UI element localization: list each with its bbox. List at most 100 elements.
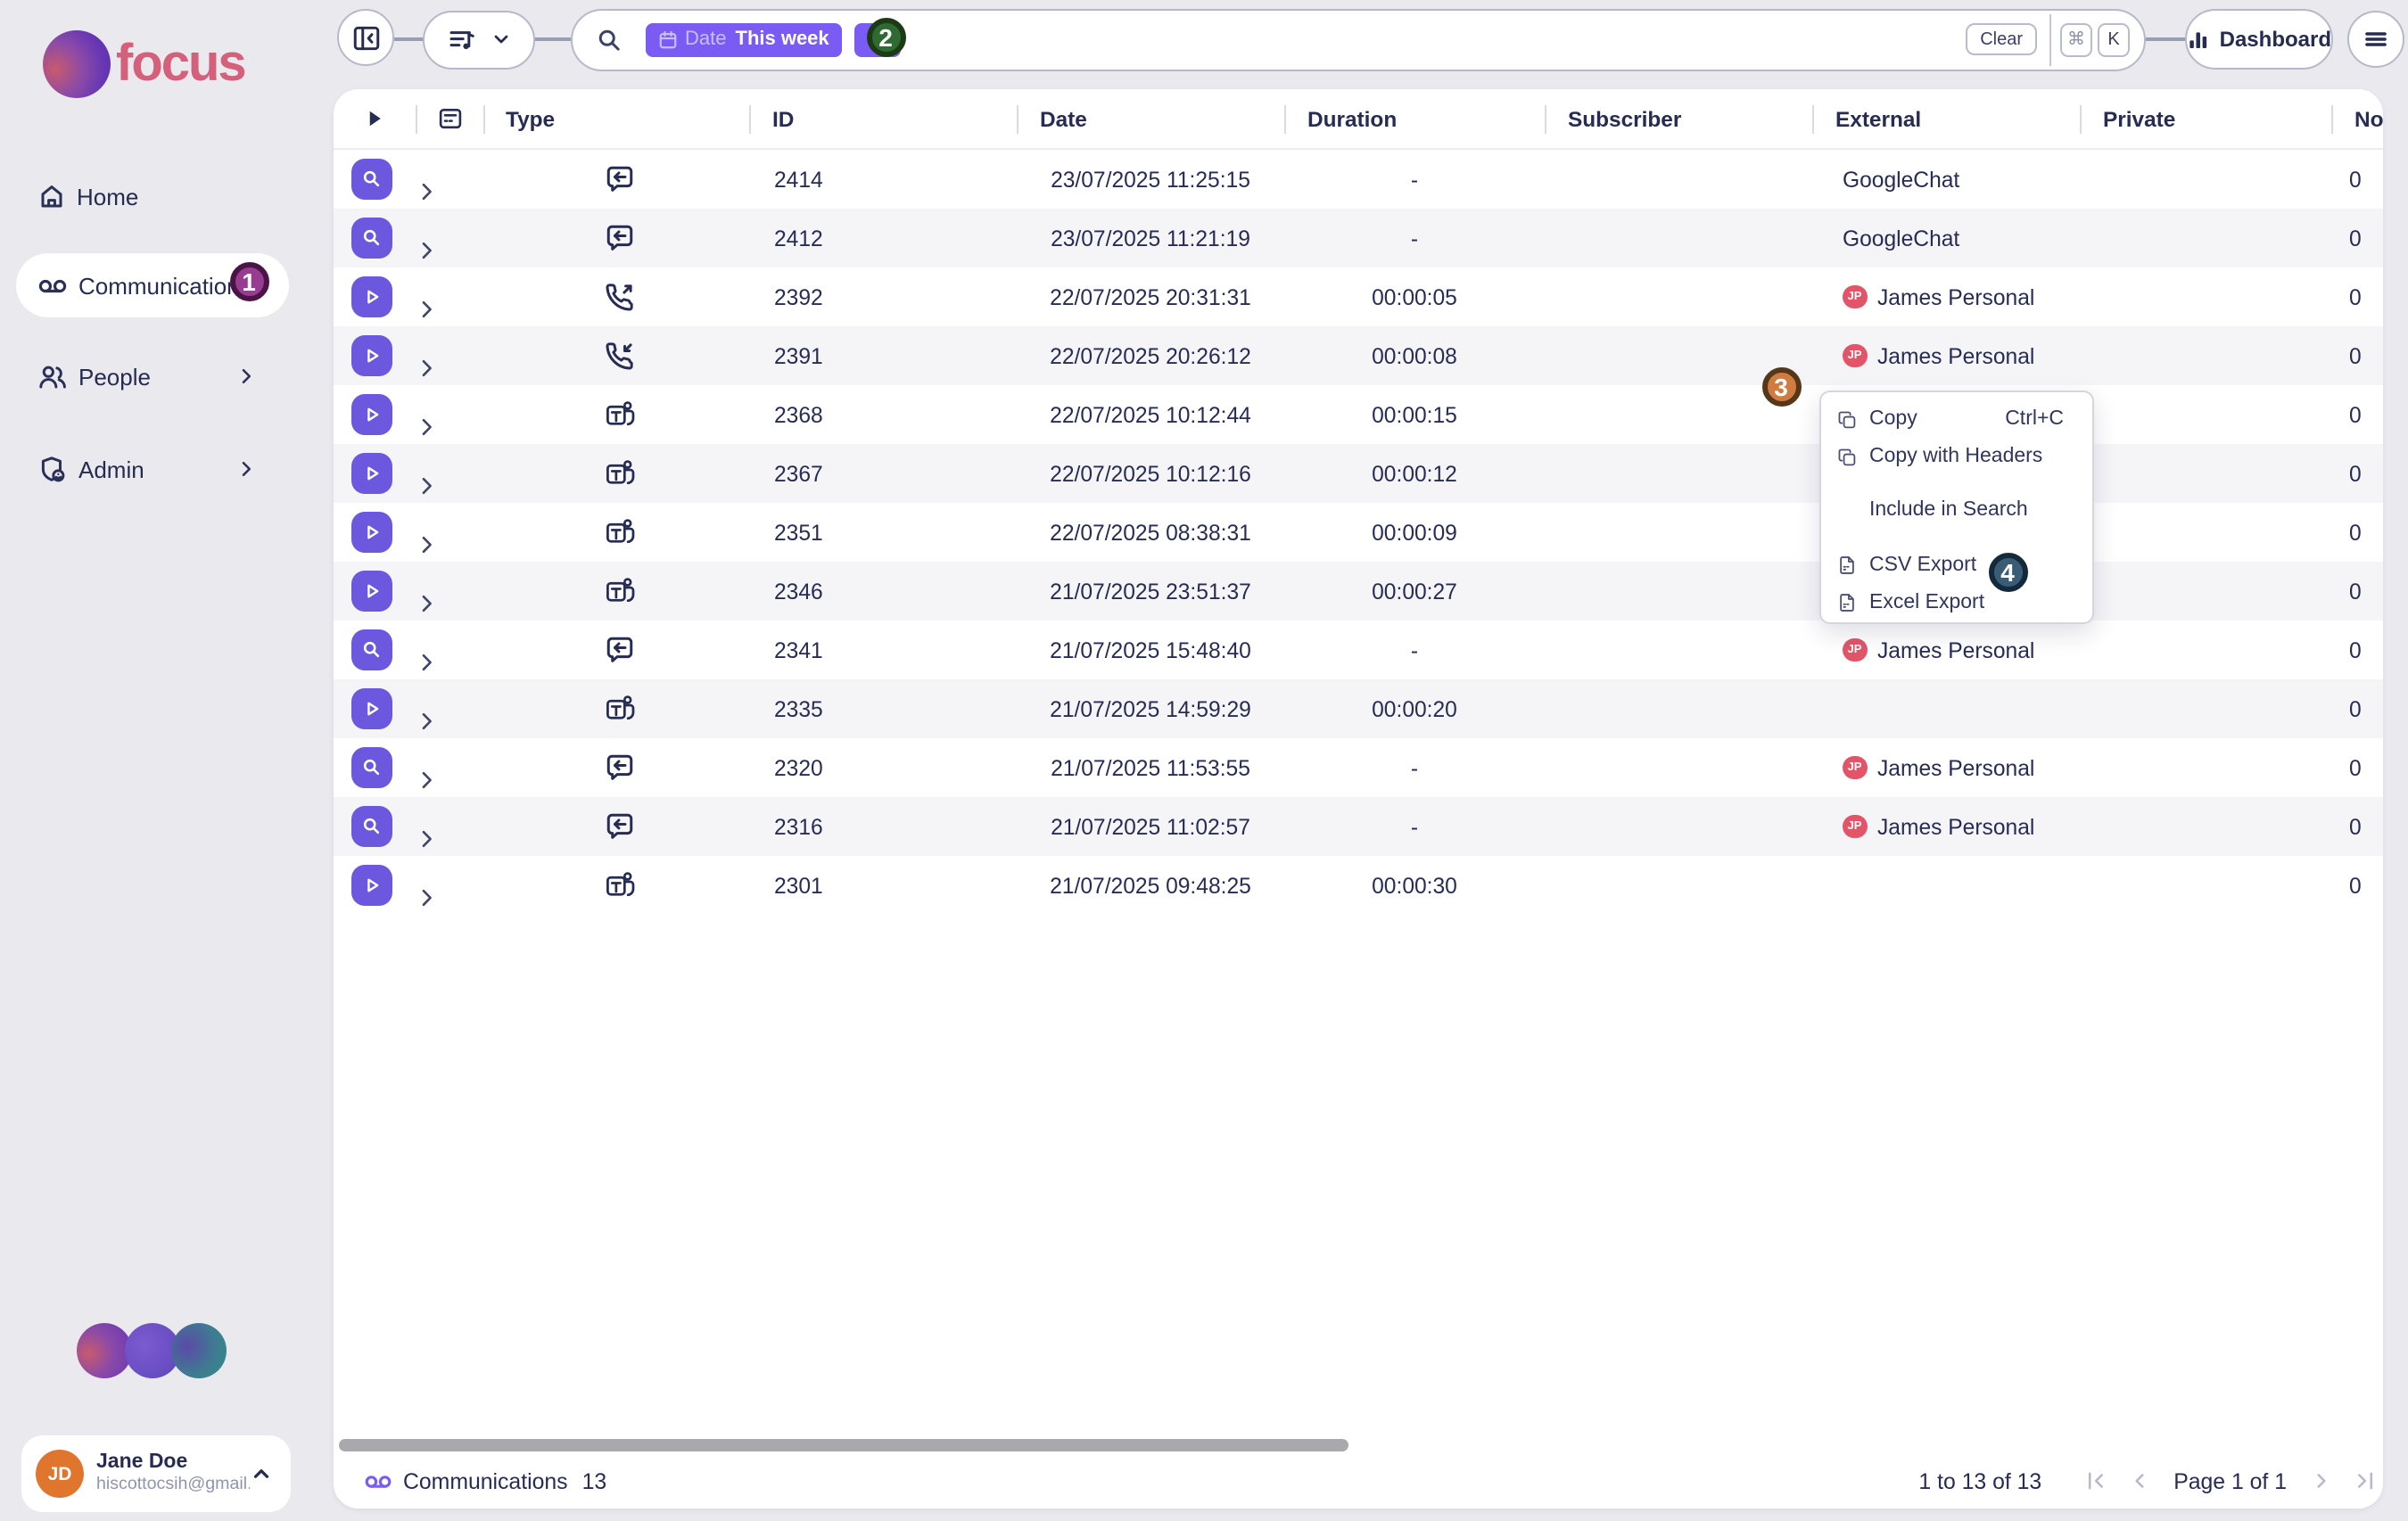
menu-item-copy[interactable]: Copy Ctrl+C [1821, 400, 2092, 438]
prev-page-button[interactable] [2127, 1469, 2150, 1492]
chevron-right-icon [416, 239, 439, 262]
table-row[interactable]: 2301 21/07/2025 09:48:25 00:00:30 0 [334, 856, 2383, 915]
chevron-right-icon [416, 533, 439, 556]
cell-date: 21/07/2025 09:48:25 [1017, 873, 1284, 898]
last-page-button[interactable] [2353, 1469, 2376, 1492]
horizontal-scrollbar[interactable] [339, 1439, 1348, 1451]
play-recording-button[interactable] [351, 394, 392, 435]
cell-notes: 0 [2331, 520, 2383, 545]
play-recording-button[interactable] [351, 688, 392, 729]
collapse-sidebar-button[interactable] [337, 9, 394, 66]
sidebar-item-admin[interactable]: Admin [0, 437, 314, 501]
chat-incoming-icon [605, 811, 635, 842]
header-notes[interactable]: Not [2331, 106, 2383, 131]
expand-row-chevron[interactable] [416, 769, 483, 792]
header-date[interactable]: Date [1017, 106, 1284, 131]
cell-external: GoogleChat [1812, 226, 2080, 251]
clear-filters-button[interactable]: Clear [1966, 23, 2037, 55]
header-subscriber[interactable]: Subscriber [1545, 106, 1812, 131]
app-logo: focus [43, 30, 245, 98]
play-recording-button[interactable] [351, 453, 392, 494]
next-page-icon [2310, 1469, 2333, 1492]
inspect-row-button[interactable] [351, 806, 392, 847]
play-recording-button[interactable] [351, 276, 392, 317]
header-duration[interactable]: Duration [1284, 106, 1545, 131]
logo-text: focus [116, 35, 245, 94]
search-icon [596, 26, 623, 53]
column-separator [1017, 105, 1018, 134]
view-filter-button[interactable] [423, 10, 535, 69]
cell-date: 23/07/2025 11:25:15 [1017, 167, 1284, 192]
user-menu[interactable]: JD Jane Doe hiscottocsih@gmail.... [21, 1435, 291, 1512]
sidebar-item-home[interactable]: Home [0, 164, 314, 228]
table-row[interactable]: 2316 21/07/2025 11:02:57 - JP James Pers… [334, 797, 2383, 856]
cell-notes: 0 [2331, 167, 2383, 192]
chevron-right-icon [416, 710, 439, 733]
header-detail-column[interactable] [416, 105, 483, 132]
decorative-orb [171, 1323, 227, 1378]
inspect-row-button[interactable] [351, 159, 392, 200]
cell-date: 21/07/2025 11:02:57 [1017, 814, 1284, 839]
expand-row-chevron[interactable] [416, 239, 483, 262]
table-row[interactable]: 2392 22/07/2025 20:31:31 00:00:05 JP Jam… [334, 267, 2383, 326]
file-icon [1837, 592, 1857, 613]
menu-item-copy-with-headers[interactable]: Copy with Headers [1821, 438, 2092, 475]
expand-row-chevron[interactable] [416, 298, 483, 321]
column-separator [749, 105, 751, 134]
sidebar-item-label: People [78, 363, 151, 390]
cell-date: 22/07/2025 10:12:16 [1017, 461, 1284, 486]
table-row[interactable]: 2412 23/07/2025 11:21:19 - GoogleChat 0 [334, 209, 2383, 267]
table-row[interactable]: 2335 21/07/2025 14:59:29 00:00:20 0 [334, 679, 2383, 738]
play-recording-button[interactable] [351, 335, 392, 376]
menu-item-excel-export[interactable]: Excel Export [1821, 584, 2092, 621]
table-row[interactable]: 2414 23/07/2025 11:25:15 - GoogleChat 0 [334, 150, 2383, 209]
calendar-icon [658, 29, 678, 49]
expand-row-chevron[interactable] [416, 357, 483, 380]
search-icon [360, 815, 383, 838]
table-row[interactable]: 2341 21/07/2025 15:48:40 - JP James Pers… [334, 621, 2383, 679]
expand-row-chevron[interactable] [416, 474, 483, 497]
menu-item-csv-export[interactable]: CSV Export [1821, 547, 2092, 584]
expand-row-chevron[interactable] [416, 180, 483, 203]
play-recording-button[interactable] [351, 865, 392, 906]
next-page-button[interactable] [2310, 1469, 2333, 1492]
expand-row-chevron[interactable] [416, 886, 483, 909]
column-separator [1545, 105, 1546, 134]
menu-item-include-in-search[interactable]: Include in Search [1821, 491, 2092, 529]
cell-id: 2412 [749, 226, 1017, 251]
inspect-row-button[interactable] [351, 629, 392, 670]
header-external[interactable]: External [1812, 106, 2080, 131]
header-private[interactable]: Private [2080, 106, 2331, 131]
play-recording-button[interactable] [351, 512, 392, 553]
expand-row-chevron[interactable] [416, 415, 483, 439]
filter-chip-date[interactable]: Date This week [646, 22, 842, 56]
first-page-button[interactable] [2084, 1469, 2107, 1492]
cell-notes: 0 [2331, 284, 2383, 309]
expand-row-chevron[interactable] [416, 592, 483, 615]
cell-duration: - [1284, 226, 1545, 251]
inspect-row-button[interactable] [351, 747, 392, 788]
range-label: 1 to 13 of 13 [1918, 1468, 2041, 1493]
cell-date: 21/07/2025 23:51:37 [1017, 579, 1284, 604]
table-row[interactable]: 2391 22/07/2025 20:26:12 00:00:08 JP Jam… [334, 326, 2383, 385]
expand-row-chevron[interactable] [416, 827, 483, 851]
play-recording-button[interactable] [351, 571, 392, 612]
header-id[interactable]: ID [749, 106, 1017, 131]
header-type[interactable]: Type [483, 106, 749, 131]
header-play-column[interactable] [334, 107, 416, 130]
avatar: JP [1843, 344, 1867, 368]
prev-page-icon [2127, 1469, 2150, 1492]
cell-duration: 00:00:09 [1284, 520, 1545, 545]
chevron-right-icon [416, 298, 439, 321]
inspect-row-button[interactable] [351, 218, 392, 259]
dashboard-button[interactable]: Dashboard [2185, 9, 2333, 70]
main-menu-button[interactable] [2347, 11, 2404, 68]
table-row[interactable]: 2320 21/07/2025 11:53:55 - JP James Pers… [334, 738, 2383, 797]
sidebar-item-label: Home [77, 183, 138, 210]
expand-row-chevron[interactable] [416, 651, 483, 674]
search-bar[interactable]: Date This week +1 Clear ⌘ K [571, 8, 2146, 70]
app-root: focus Home Communications People [0, 0, 2408, 1521]
expand-row-chevron[interactable] [416, 710, 483, 733]
sidebar-item-people[interactable]: People [0, 344, 314, 408]
expand-row-chevron[interactable] [416, 533, 483, 556]
